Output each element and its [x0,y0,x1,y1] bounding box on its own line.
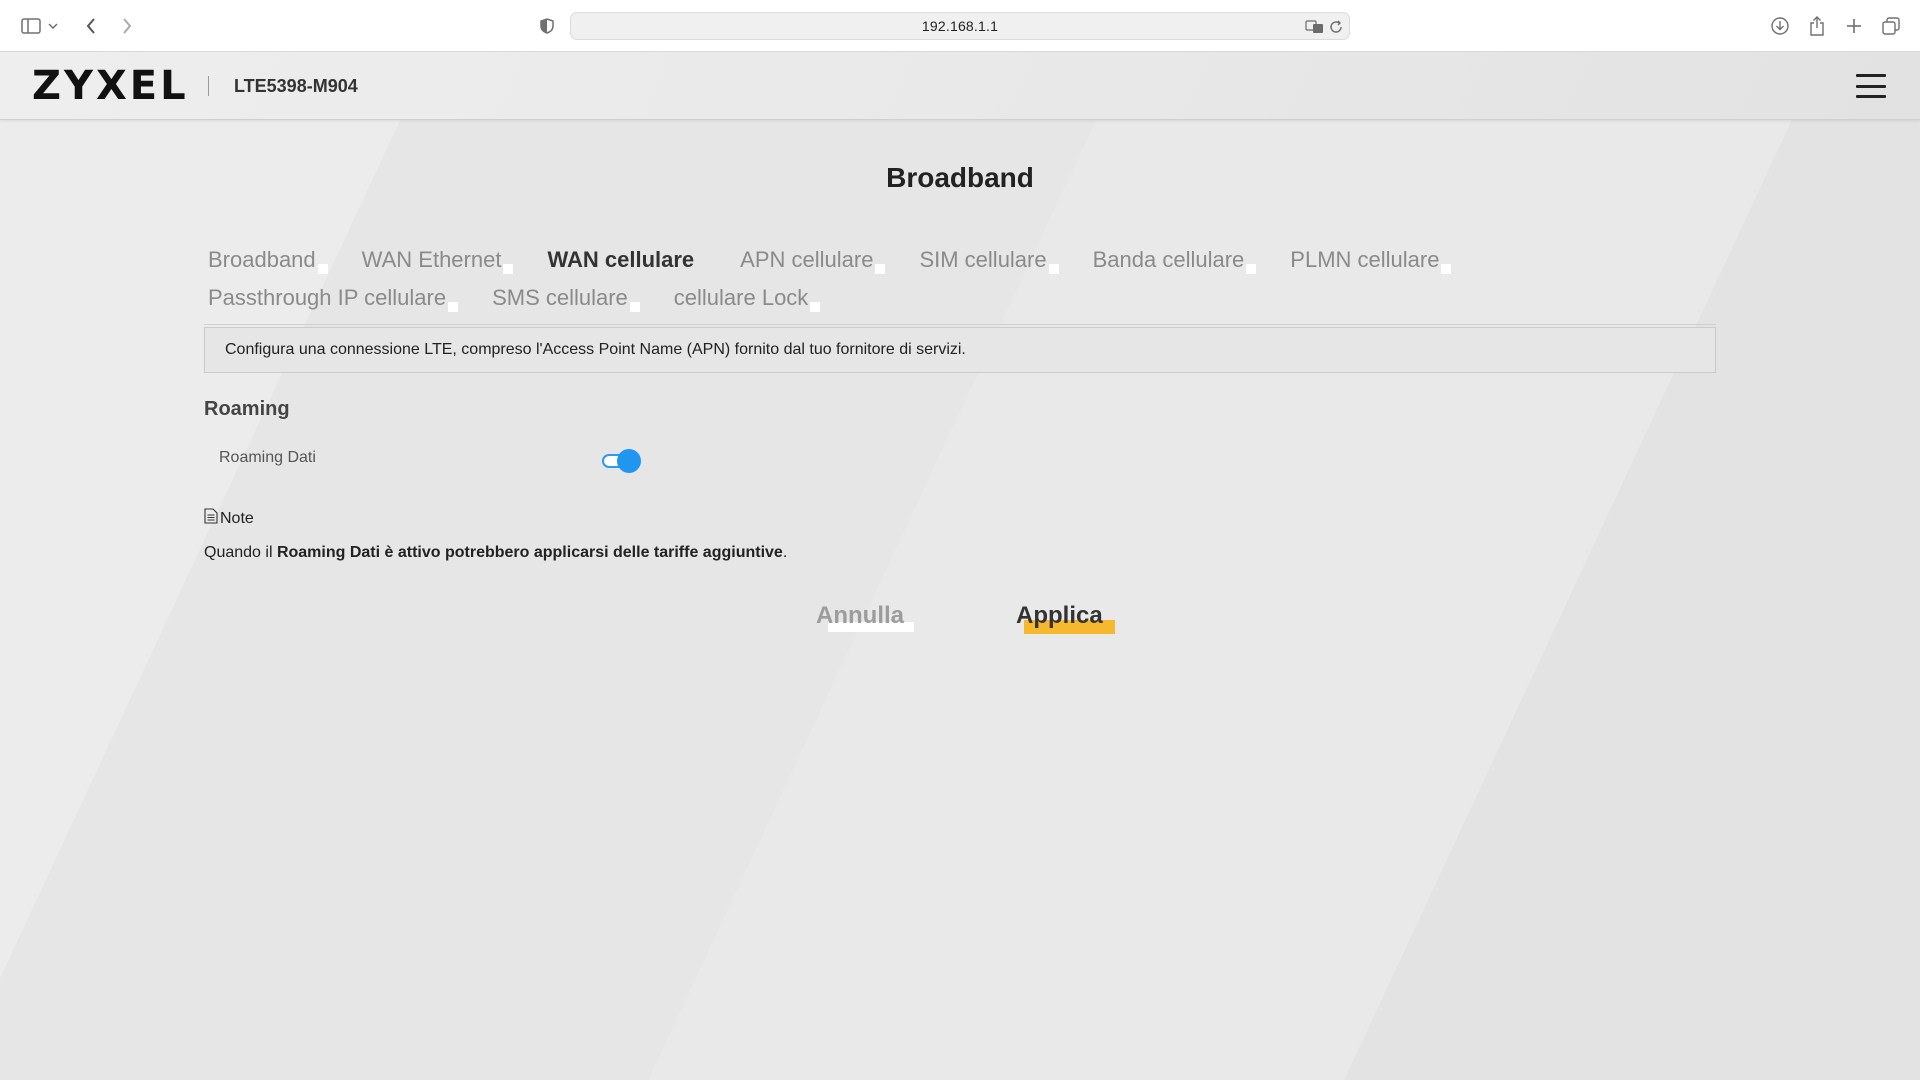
roaming-dati-label: Roaming Dati [219,449,316,466]
note-bold-text: Roaming Dati è attivo potrebbero applica… [276,544,783,561]
tab-cellulare-lock[interactable]: cellulare Lock [670,284,820,314]
tab-broadband[interactable]: Broadband [204,246,328,276]
tab-wan-cellulare[interactable]: WAN cellulare [543,246,708,276]
apply-button[interactable]: Applica [1012,602,1115,634]
cancel-button[interactable]: Annulla [812,602,914,632]
url-text: 192.168.1.1 [921,18,999,34]
section-title-roaming: Roaming [204,398,290,420]
router-web-ui: ZYXEL LTE5398-M904 Broadband Broadband W… [0,52,1920,1080]
note-label: Note [220,509,254,527]
tab-overview-icon[interactable] [1878,13,1904,39]
toggle-knob [617,449,641,473]
tab-plmn-cellulare[interactable]: PLMN cellulare [1286,246,1452,276]
app-header: ZYXEL LTE5398-M904 [0,52,1920,120]
forward-icon[interactable] [114,13,140,39]
tab-sms-cellulare[interactable]: SMS cellulare [488,284,640,314]
info-box: Configura una connessione LTE, compreso … [204,327,1716,373]
address-bar[interactable]: 192.168.1.1 [570,12,1350,40]
document-icon [204,508,218,529]
privacy-shield-icon[interactable] [534,13,560,39]
note-text: Quando il Roaming Dati è attivo potrebbe… [204,544,788,561]
note-heading: Note [204,508,254,529]
tab-banda-cellulare[interactable]: Banda cellulare [1089,246,1256,276]
tab-apn-cellulare[interactable]: APN cellulare [736,246,886,276]
download-icon[interactable] [1767,13,1793,39]
share-icon[interactable] [1804,13,1830,39]
chevron-down-icon[interactable] [46,13,60,39]
browser-toolbar: 192.168.1.1 [0,0,1920,52]
tab-bar: Broadband WAN Ethernet WAN cellulare APN… [204,246,1716,325]
tab-sim-cellulare[interactable]: SIM cellulare [915,246,1059,276]
info-text: Configura una connessione LTE, compreso … [225,341,966,358]
translate-icon[interactable] [1305,17,1325,37]
new-tab-icon[interactable] [1841,13,1867,39]
model-name: LTE5398-M904 [234,76,358,96]
sidebar-icon[interactable] [18,13,44,39]
reload-icon[interactable] [1329,17,1343,37]
tab-passthrough-ip-cellulare[interactable]: Passthrough IP cellulare [204,284,459,314]
brand-logo[interactable]: ZYXEL [32,66,189,106]
hamburger-menu-icon[interactable] [1856,74,1886,98]
header-divider [208,76,209,96]
page-title: Broadband [886,162,1034,193]
back-icon[interactable] [78,13,104,39]
tab-wan-ethernet[interactable]: WAN Ethernet [358,246,514,276]
roaming-dati-toggle[interactable] [600,449,642,473]
